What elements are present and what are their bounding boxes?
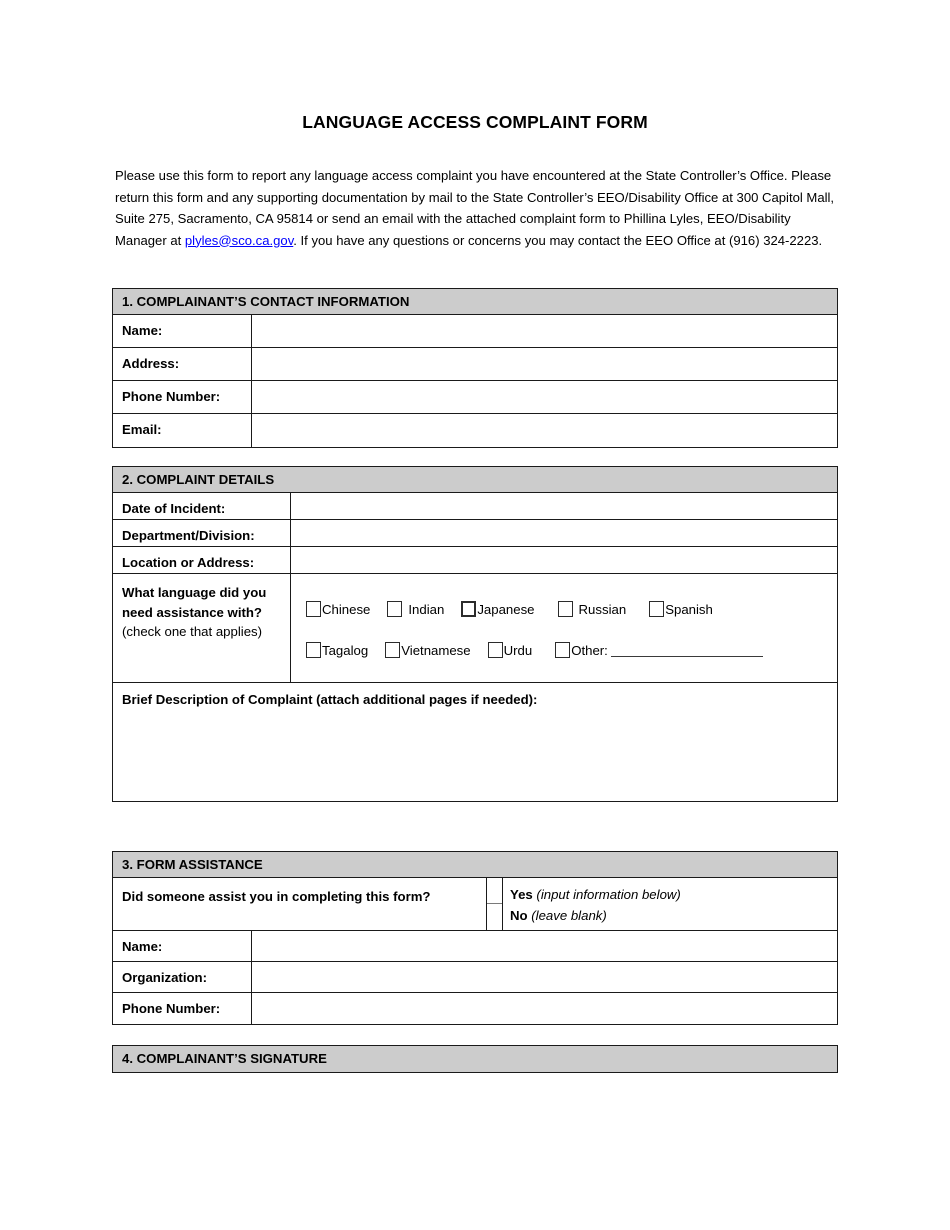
assistance-option-yes-label: Yes	[510, 887, 533, 902]
language-question-label: What language did you need assistance wi…	[113, 574, 291, 682]
label-phone-number: Phone Number:	[113, 381, 252, 413]
checkbox-label-other: Other:	[571, 642, 608, 658]
assistance-option-yes: Yes (input information below)	[510, 884, 829, 905]
assistance-question-label: Did someone assist you in completing thi…	[122, 889, 431, 904]
assistance-question-row: Did someone assist you in completing thi…	[113, 878, 837, 931]
field-email[interactable]	[252, 414, 837, 447]
checkbox-label-russian: Russian	[578, 601, 627, 617]
table-row: Name:	[113, 931, 837, 962]
assistance-options: Yes (input information below) No (leave …	[503, 878, 837, 930]
section-3-form-assistance: 3. FORM ASSISTANCE Did someone assist yo…	[112, 851, 838, 1025]
section-2-complaint-details: 2. COMPLAINT DETAILS Date of Incident: D…	[112, 466, 838, 802]
page-title: LANGUAGE ACCESS COMPLAINT FORM	[302, 112, 648, 132]
label-assistant-phone-number: Phone Number:	[113, 993, 252, 1024]
language-checkbox-row-1: Chinese Indian Japanese Russian Spanish	[306, 600, 837, 618]
language-question-text: What language did you need assistance wi…	[122, 585, 267, 620]
checkbox-russian[interactable]	[557, 601, 573, 617]
complaint-description-label: Brief Description of Complaint (attach a…	[122, 692, 538, 707]
checkbox-vietnamese[interactable]	[385, 642, 401, 658]
assistance-option-no-note: (leave blank)	[531, 908, 607, 923]
checkbox-label-japanese: Japanese	[477, 601, 535, 617]
field-assistant-name[interactable]	[252, 931, 837, 961]
table-row: Department/Division:	[113, 520, 837, 547]
label-email: Email:	[113, 414, 252, 447]
intro-paragraph: Please use this form to report any langu…	[115, 165, 837, 251]
field-assistant-phone-number[interactable]	[252, 993, 837, 1024]
section-1-contact-information: 1. COMPLAINANT’S CONTACT INFORMATION Nam…	[112, 288, 838, 448]
label-department-division: Department/Division:	[113, 520, 291, 546]
checkbox-other[interactable]	[555, 642, 571, 658]
table-row: Phone Number:	[113, 381, 837, 414]
checkbox-label-chinese: Chinese	[322, 601, 371, 617]
assistance-checkbox-column	[486, 878, 503, 930]
assistance-option-no-label: No	[510, 908, 528, 923]
checkbox-label-tagalog: Tagalog	[322, 642, 369, 658]
field-phone-number[interactable]	[252, 381, 837, 413]
checkbox-assist-yes[interactable]	[487, 878, 502, 904]
assistance-option-yes-note: (input information below)	[536, 887, 681, 902]
label-assistant-name: Name:	[113, 931, 252, 961]
language-checkbox-row-2: Tagalog Vietnamese Urdu Other:	[306, 641, 837, 659]
language-checkbox-group: Chinese Indian Japanese Russian Spanish	[291, 574, 837, 682]
document-page: LANGUAGE ACCESS COMPLAINT FORM Please us…	[0, 0, 950, 1230]
field-date-of-incident[interactable]	[291, 493, 837, 519]
checkbox-label-spanish: Spanish	[665, 601, 713, 617]
checkbox-japanese[interactable]	[461, 601, 477, 617]
language-question-hint: (check one that applies)	[122, 624, 263, 639]
table-row: Email:	[113, 414, 837, 447]
field-department-division[interactable]	[291, 520, 837, 546]
checkbox-tagalog[interactable]	[306, 642, 321, 658]
label-location-or-address: Location or Address:	[113, 547, 291, 573]
field-assistant-organization[interactable]	[252, 962, 837, 992]
label-name: Name:	[113, 315, 252, 347]
label-assistant-organization: Organization:	[113, 962, 252, 992]
table-row: Location or Address:	[113, 547, 837, 574]
checkbox-chinese[interactable]	[306, 601, 321, 617]
table-row: Name:	[113, 315, 837, 348]
label-address: Address:	[113, 348, 252, 380]
language-question-row: What language did you need assistance wi…	[113, 574, 837, 683]
table-row: Date of Incident:	[113, 493, 837, 520]
section-3-header: 3. FORM ASSISTANCE	[113, 852, 837, 878]
intro-text-after-link: . If you have any questions or concerns …	[293, 232, 823, 248]
field-location-or-address[interactable]	[291, 547, 837, 573]
complaint-description-area[interactable]: Brief Description of Complaint (attach a…	[113, 683, 837, 801]
other-language-input[interactable]	[610, 643, 763, 657]
checkbox-indian[interactable]	[387, 601, 403, 617]
section-4-header: 4. COMPLAINANT’S SIGNATURE	[113, 1046, 837, 1072]
section-4-complainant-signature: 4. COMPLAINANT’S SIGNATURE	[112, 1045, 838, 1073]
field-name[interactable]	[252, 315, 837, 347]
assistance-option-no: No (leave blank)	[510, 905, 829, 926]
section-1-header: 1. COMPLAINANT’S CONTACT INFORMATION	[113, 289, 837, 315]
checkbox-label-indian: Indian	[408, 601, 445, 617]
table-row: Phone Number:	[113, 993, 837, 1024]
email-link[interactable]: plyles@sco.ca.gov	[185, 233, 293, 248]
checkbox-label-vietnamese: Vietnamese	[401, 642, 471, 658]
table-row: Address:	[113, 348, 837, 381]
label-date-of-incident: Date of Incident:	[113, 493, 291, 519]
checkbox-urdu[interactable]	[487, 642, 503, 658]
table-row: Organization:	[113, 962, 837, 993]
checkbox-label-urdu: Urdu	[503, 642, 533, 658]
checkbox-assist-no[interactable]	[487, 904, 502, 930]
checkbox-spanish[interactable]	[649, 601, 665, 617]
field-address[interactable]	[252, 348, 837, 380]
section-2-header: 2. COMPLAINT DETAILS	[113, 467, 837, 493]
